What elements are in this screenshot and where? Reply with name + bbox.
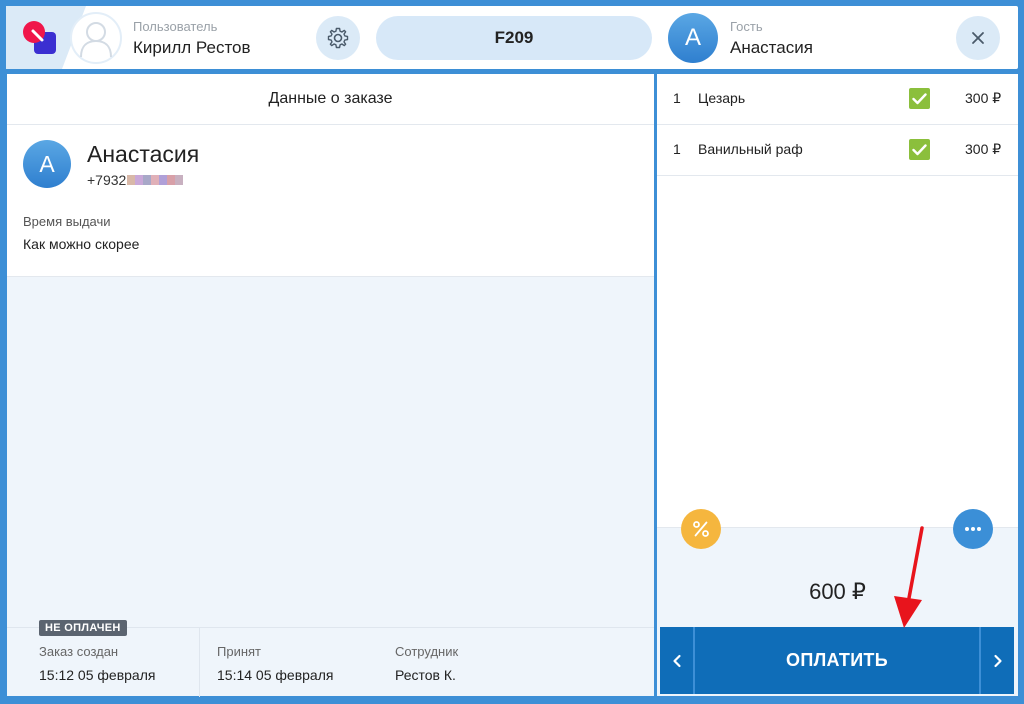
list-item[interactable]: 1 Ванильный раф 300 ₽	[657, 125, 1018, 176]
item-checkbox[interactable]	[909, 139, 930, 160]
order-accepted-label: Принят	[217, 644, 262, 659]
customer-name: Анастасия	[87, 141, 200, 167]
more-options-button[interactable]	[953, 509, 993, 549]
app-logo-icon	[23, 21, 56, 54]
order-items-panel: 1 Цезарь 300 ₽ 1 Ванильный раф 300 ₽ 600…	[657, 74, 1018, 696]
order-created-value: 15:12 05 февраля	[39, 667, 156, 683]
close-button[interactable]	[956, 16, 1000, 60]
close-icon	[972, 32, 984, 44]
item-price: 300 ₽	[965, 141, 1002, 157]
settings-button[interactable]	[316, 16, 360, 60]
customer-avatar: А	[23, 140, 71, 188]
list-item[interactable]: 1 Цезарь 300 ₽	[657, 74, 1018, 125]
order-meta-footer: Заказ создан 15:12 05 февраля Принят 15:…	[7, 620, 654, 697]
user-caption: Пользователь	[133, 19, 218, 34]
order-accepted: Принят 15:14 05 февраля	[200, 628, 378, 697]
guest-caption: Гость	[730, 19, 763, 34]
item-quantity: 1	[673, 90, 681, 106]
item-name: Ванильный раф	[698, 141, 803, 157]
user-avatar[interactable]	[70, 12, 122, 64]
phone-redacted	[127, 175, 184, 185]
order-total: 600 ₽	[809, 579, 866, 604]
order-details-panel: Данные о заказе А Анастасия +7932 Время …	[7, 74, 654, 697]
customer-phone-prefix: +7932	[87, 172, 127, 188]
order-summary: 600 ₽ ОПЛАТИТЬ	[657, 509, 1018, 696]
guest-name: Анастасия	[730, 38, 813, 57]
payment-status-badge: НЕ ОПЛАЧЕН	[39, 620, 127, 636]
pay-next-button[interactable]	[979, 627, 1014, 694]
pickup-time-value: Как можно скорее	[23, 236, 140, 252]
gear-icon	[327, 27, 349, 49]
item-price: 300 ₽	[965, 90, 1002, 106]
top-bar: Пользователь Кирилл Рестов F209 А Гость …	[6, 6, 1018, 69]
user-placeholder-icon	[80, 22, 112, 58]
order-details-title: Данные о заказе	[7, 74, 654, 125]
order-employee-value: Рестов К.	[395, 667, 456, 683]
order-created-label: Заказ создан	[39, 644, 119, 659]
table-code-button[interactable]: F209	[376, 16, 652, 60]
chevron-left-icon	[672, 654, 681, 667]
user-name: Кирилл Рестов	[133, 38, 251, 57]
order-employee-label: Сотрудник	[395, 644, 459, 659]
checkmark-icon	[912, 143, 927, 155]
pickup-time-label: Время выдачи	[23, 214, 111, 229]
order-created: Заказ создан 15:12 05 февраля	[7, 628, 200, 697]
discount-button[interactable]	[681, 509, 721, 549]
customer-card: А Анастасия +7932 Время выдачи Как можно…	[7, 125, 654, 277]
pay-prev-button[interactable]	[660, 627, 695, 694]
more-dots-icon	[965, 527, 981, 531]
item-checkbox[interactable]	[909, 88, 930, 109]
item-quantity: 1	[673, 141, 681, 157]
item-name: Цезарь	[698, 90, 746, 106]
percent-icon	[693, 521, 709, 537]
customer-phone: +7932	[87, 172, 184, 188]
pay-button[interactable]: ОПЛАТИТЬ	[697, 627, 977, 694]
order-accepted-value: 15:14 05 февраля	[217, 667, 334, 683]
chevron-right-icon	[993, 654, 1002, 667]
order-employee: Сотрудник Рестов К.	[378, 628, 654, 697]
guest-avatar: А	[668, 13, 718, 63]
checkmark-icon	[912, 92, 927, 104]
pay-bar: ОПЛАТИТЬ	[660, 627, 1014, 694]
